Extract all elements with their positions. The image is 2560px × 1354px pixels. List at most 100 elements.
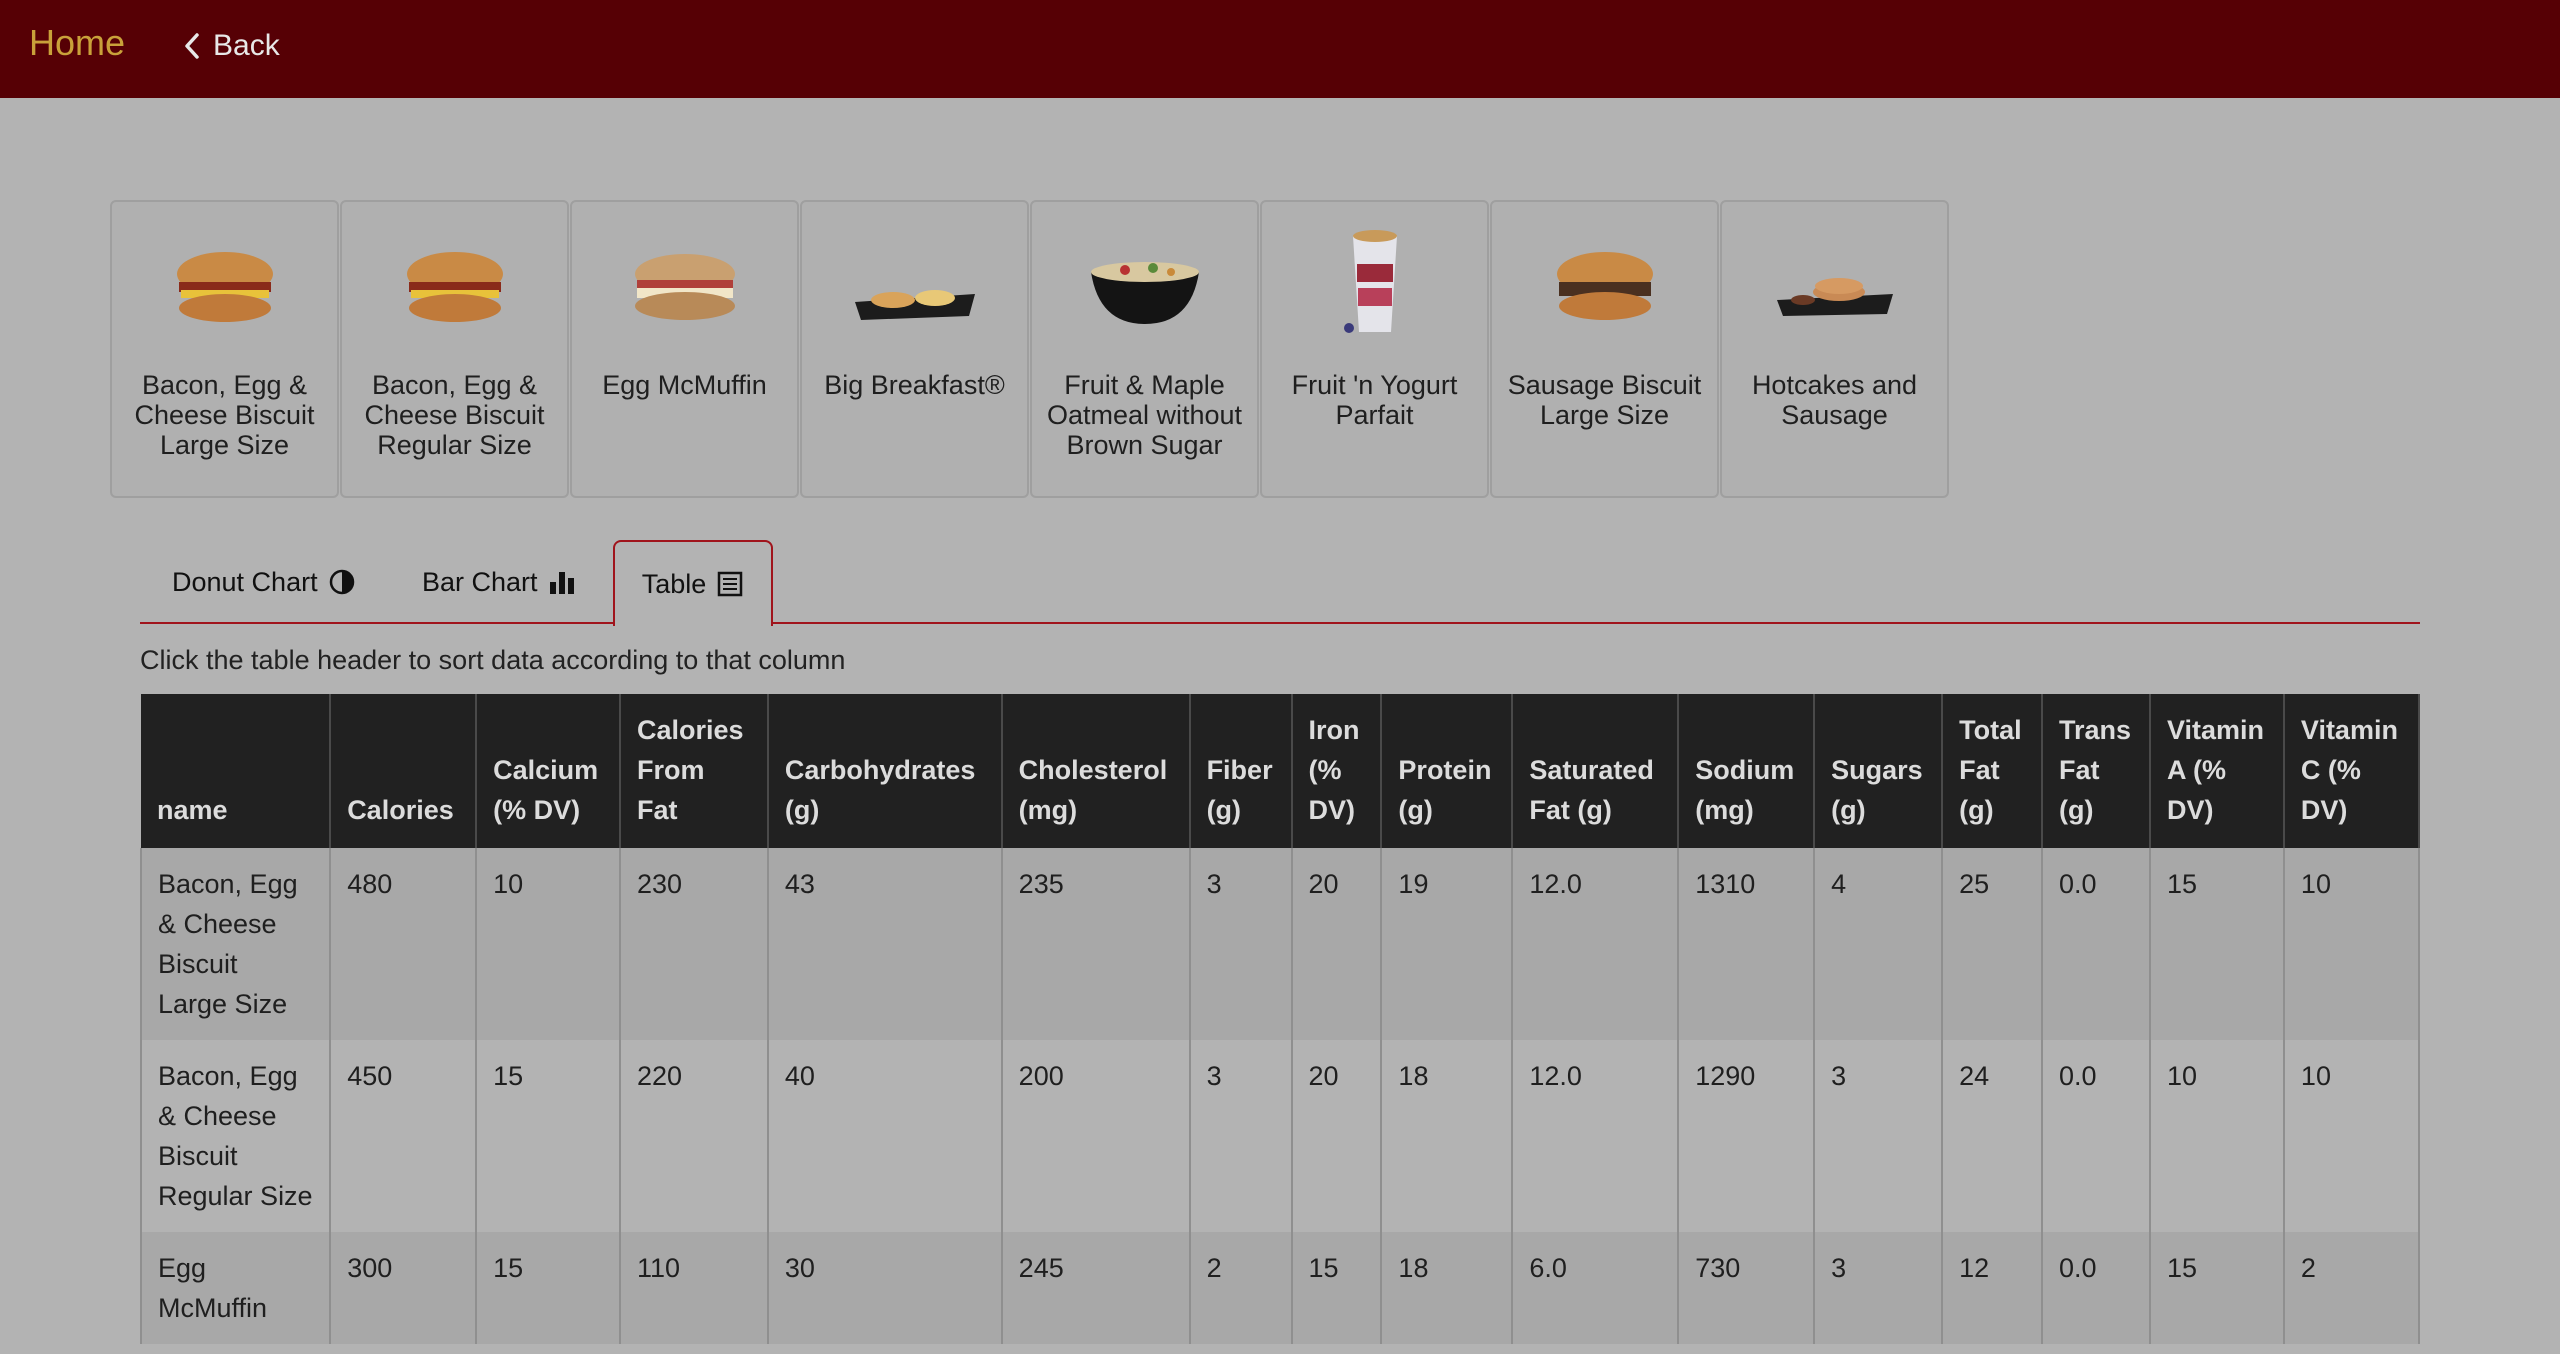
column-header-vitamin-c[interactable]: Vitamin C (% DV) [2283, 694, 2420, 848]
product-label: Big Breakfast® [824, 370, 1005, 400]
column-header-sugars[interactable]: Sugars (g) [1814, 694, 1944, 848]
table-row: Bacon, Egg & Cheese Biscuit Regular Size… [140, 1040, 2420, 1232]
breakfast-platter-image [854, 290, 975, 320]
column-header-protein[interactable]: Protein (g) [1381, 694, 1514, 848]
column-header-fiber[interactable]: Fiber (g) [1189, 694, 1293, 848]
nutrition-table: name Calories Calcium (% DV) Calories Fr… [140, 694, 2420, 1344]
table-cell: 30 [766, 1232, 1002, 1344]
column-header-calcium[interactable]: Calcium (% DV) [476, 694, 621, 848]
half-circle-icon [329, 569, 354, 595]
table-cell: 450 [329, 1040, 477, 1232]
table-cell: 110 [618, 1232, 768, 1344]
table-cell: 235 [1000, 848, 1190, 1040]
table-cell: 20 [1290, 848, 1382, 1040]
table-cell: 6.0 [1511, 1232, 1679, 1344]
product-card[interactable]: Hotcakes and Sausage [1720, 200, 1949, 498]
biscuit-sandwich-image [176, 252, 273, 322]
column-header-carbohydrates[interactable]: Carbohydrates (g) [767, 694, 1003, 848]
back-button[interactable]: Back [183, 29, 280, 63]
tab-table[interactable]: Table [613, 540, 773, 626]
table-cell: 25 [1941, 848, 2043, 1040]
table-cell: 2 [2282, 1232, 2420, 1344]
column-header-trans-fat[interactable]: Trans Fat (g) [2042, 694, 2151, 848]
nutrition-table-container: name Calories Calcium (% DV) Calories Fr… [140, 694, 2420, 1354]
table-cell: 10 [2148, 1040, 2284, 1232]
table-cell: 15 [2148, 1232, 2284, 1344]
table-cell: 480 [329, 848, 477, 1040]
product-label: Hotcakes and Sausage [1751, 370, 1918, 430]
table-cell: 24 [1941, 1040, 2043, 1232]
table-cell: 10 [475, 848, 620, 1040]
sausage-biscuit-image [1556, 252, 1653, 320]
column-header-sodium[interactable]: Sodium (mg) [1678, 694, 1816, 848]
column-header-calories-from-fat[interactable]: Calories From Fat [619, 694, 769, 848]
tab-donut-chart[interactable]: Donut Chart [172, 540, 356, 624]
table-cell: 0.0 [2041, 848, 2150, 1040]
tab-label: Table [641, 568, 707, 599]
view-tabs: Donut Chart Bar Chart Table [140, 540, 2420, 626]
column-header-name[interactable]: name [141, 694, 332, 848]
table-cell: Bacon, Egg & Cheese Biscuit Large Size [140, 848, 331, 1040]
table-cell: 3 [1188, 1040, 1292, 1232]
parfait-cup-image [1343, 230, 1397, 333]
oatmeal-bowl-image [1090, 262, 1199, 324]
column-header-total-fat[interactable]: Total Fat (g) [1942, 694, 2044, 848]
table-cell: Bacon, Egg & Cheese Biscuit Regular Size [140, 1040, 331, 1232]
column-header-saturated-fat[interactable]: Saturated Fat (g) [1512, 694, 1680, 848]
table-cell: 1290 [1677, 1040, 1815, 1232]
table-cell: 18 [1380, 1232, 1513, 1344]
table-cell: 19 [1380, 848, 1513, 1040]
product-label: Egg McMuffin [602, 370, 767, 400]
table-cell: 43 [766, 848, 1002, 1040]
table-cell: 40 [766, 1040, 1002, 1232]
table-header-row: name Calories Calcium (% DV) Calories Fr… [141, 694, 2420, 848]
table-row: Egg McMuffin 300 15 110 30 245 2 15 18 6… [140, 1232, 2420, 1344]
table-cell: 4 [1813, 848, 1943, 1040]
hotcakes-platter-image [1776, 278, 1893, 316]
product-card[interactable]: Fruit 'n Yogurt Parfait [1260, 200, 1489, 498]
column-header-vitamin-a[interactable]: Vitamin A (% DV) [2149, 694, 2285, 848]
product-label: Bacon, Egg & Cheese Biscuit Large Size [134, 370, 315, 460]
table-cell: 245 [1000, 1232, 1190, 1344]
product-card[interactable]: Fruit & Maple Oatmeal without Brown Suga… [1030, 200, 1259, 498]
tab-label: Bar Chart [422, 566, 538, 597]
bar-chart-icon [549, 572, 574, 594]
table-cell: 12.0 [1511, 848, 1679, 1040]
product-card[interactable]: Bacon, Egg & Cheese Biscuit Large Size [110, 200, 339, 498]
table-row: Bacon, Egg & Cheese Biscuit Large Size 4… [140, 848, 2420, 1040]
table-cell: 3 [1188, 848, 1292, 1040]
table-cell: 300 [329, 1232, 477, 1344]
table-cell: Egg McMuffin [140, 1232, 331, 1344]
product-label: Sausage Biscuit Large Size [1507, 370, 1702, 430]
table-cell: 18 [1380, 1040, 1513, 1232]
product-label: Fruit 'n Yogurt Parfait [1291, 370, 1458, 430]
column-header-calories[interactable]: Calories [330, 694, 478, 848]
tab-bar-chart[interactable]: Bar Chart [422, 540, 576, 624]
table-cell: 0.0 [2041, 1040, 2150, 1232]
table-cell: 730 [1677, 1232, 1815, 1344]
product-card-list: Bacon, Egg & Cheese Biscuit Large Size B… [110, 200, 1950, 498]
sort-hint-text: Click the table header to sort data acco… [140, 645, 846, 675]
tab-label: Donut Chart [172, 566, 318, 597]
table-cell: 3 [1813, 1040, 1943, 1232]
table-cell: 1310 [1677, 848, 1815, 1040]
table-cell: 230 [618, 848, 768, 1040]
table-cell: 10 [2282, 848, 2420, 1040]
table-cell: 15 [1290, 1232, 1382, 1344]
product-card[interactable]: Egg McMuffin [570, 200, 799, 498]
table-cell: 200 [1000, 1040, 1190, 1232]
chevron-left-icon [185, 33, 199, 59]
table-cell: 10 [2282, 1040, 2420, 1232]
table-cell: 12 [1941, 1232, 2043, 1344]
column-header-cholesterol[interactable]: Cholesterol (mg) [1001, 694, 1191, 848]
top-nav-bar: Home Back [0, 0, 2560, 98]
product-card[interactable]: Bacon, Egg & Cheese Biscuit Regular Size [340, 200, 569, 498]
biscuit-sandwich-image [406, 252, 503, 322]
column-header-iron[interactable]: Iron (% DV) [1291, 694, 1383, 848]
product-card[interactable]: Big Breakfast® [800, 200, 1029, 498]
table-cell: 0.0 [2041, 1232, 2150, 1344]
table-cell: 2 [1188, 1232, 1292, 1344]
product-card[interactable]: Sausage Biscuit Large Size [1490, 200, 1719, 498]
table-cell: 12.0 [1511, 1040, 1679, 1232]
home-link[interactable]: Home [29, 22, 125, 64]
